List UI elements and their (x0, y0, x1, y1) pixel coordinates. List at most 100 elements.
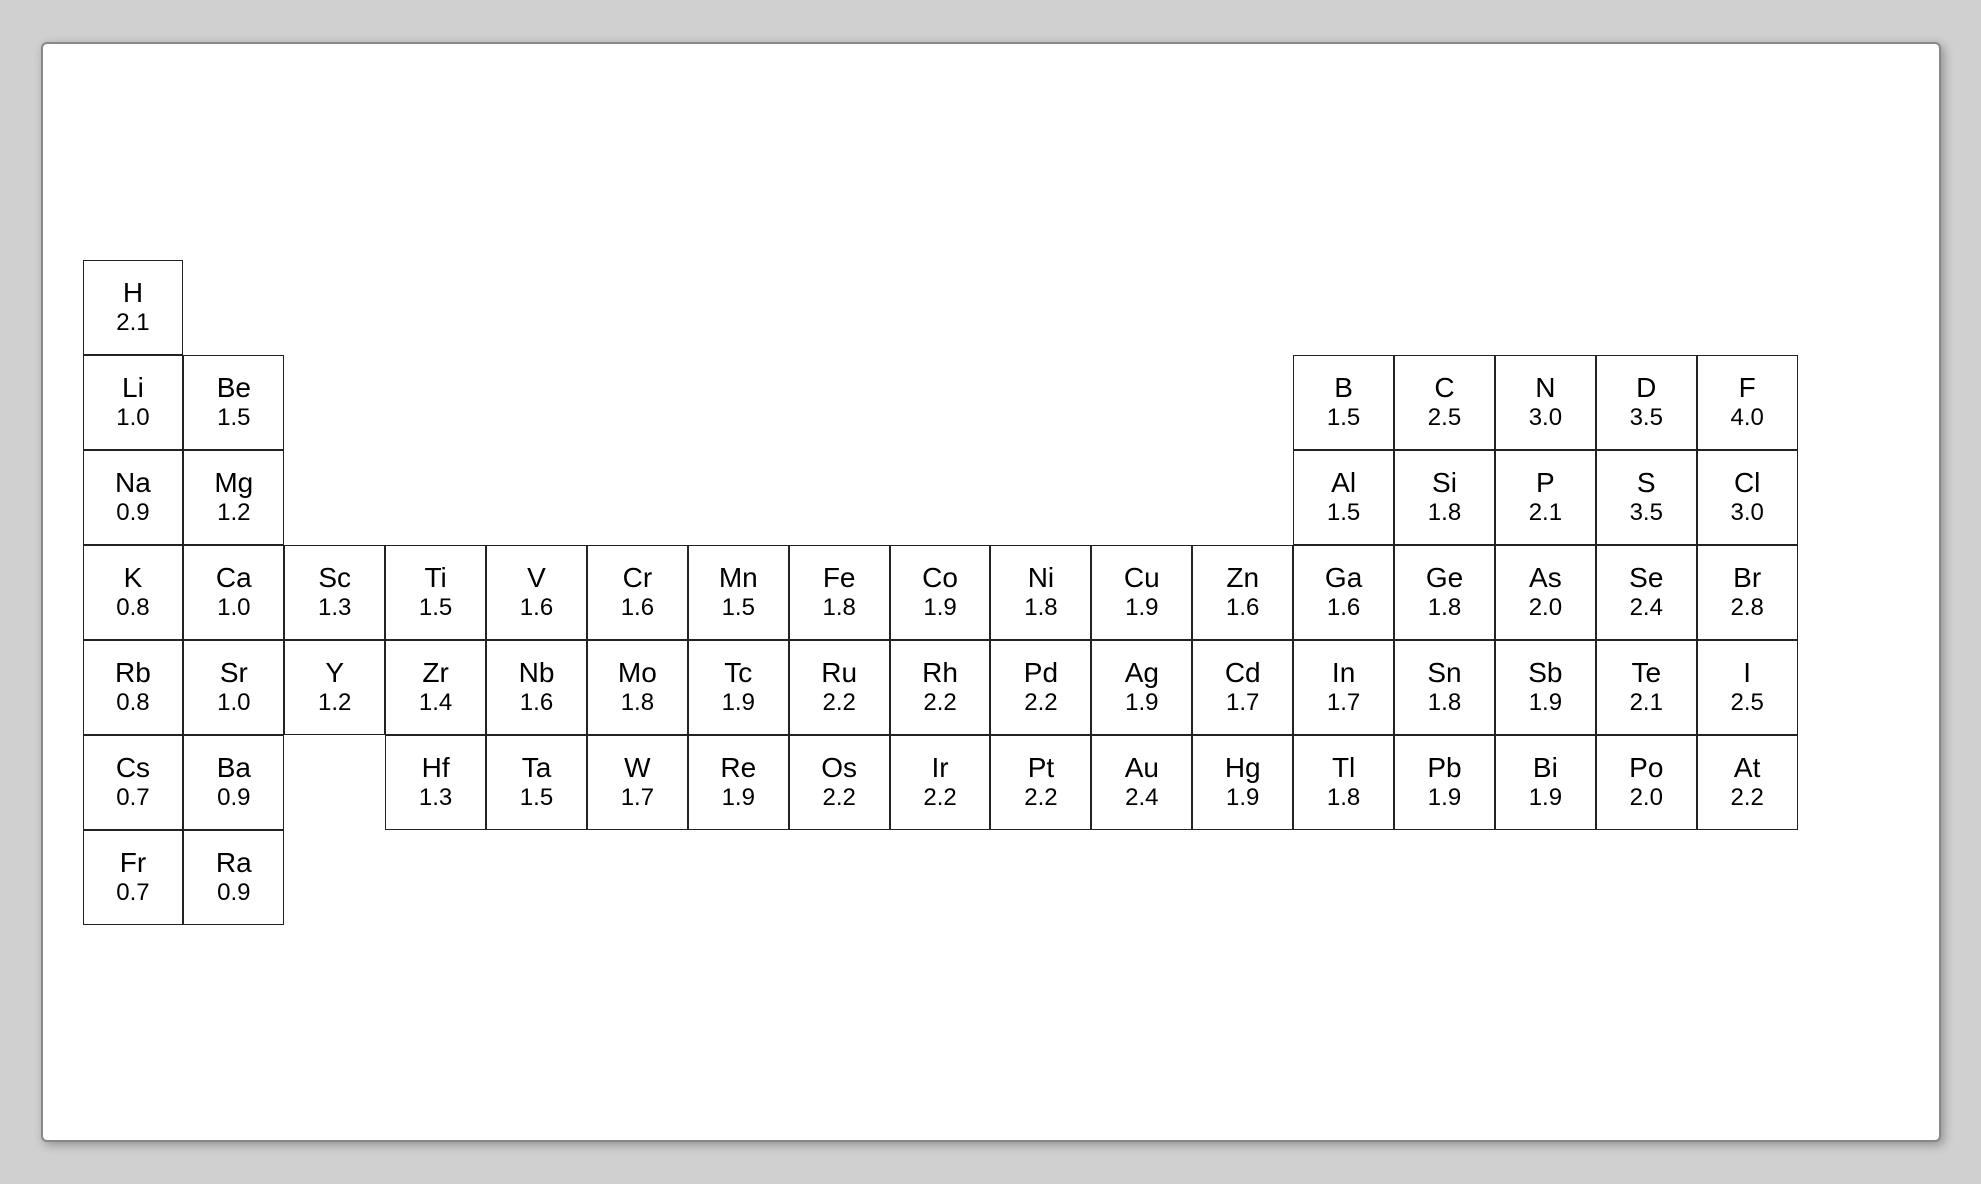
empty (1394, 830, 1495, 925)
empty (1192, 450, 1293, 545)
element-Po: Po 2.0 (1596, 735, 1697, 830)
element-Ni: Ni 1.8 (990, 545, 1091, 640)
empty (385, 260, 486, 355)
empty (284, 260, 385, 355)
element-N: N 3.0 (1495, 355, 1596, 450)
empty (1798, 545, 1899, 640)
empty (385, 830, 486, 925)
element-Ag: Ag 1.9 (1091, 640, 1192, 735)
element-Sc: Sc 1.3 (284, 545, 385, 640)
element-P: P 2.1 (1495, 450, 1596, 545)
element-Cd: Cd 1.7 (1192, 640, 1293, 735)
element-Pd: Pd 2.2 (990, 640, 1091, 735)
element-Co: Co 1.9 (890, 545, 991, 640)
empty (1596, 830, 1697, 925)
element-Au: Au 2.4 (1091, 735, 1192, 830)
periodic-table: H 2.1 Li 1.0 Be 1.5 (83, 260, 1899, 925)
element-Sb: Sb 1.9 (1495, 640, 1596, 735)
empty (789, 355, 890, 450)
empty (1192, 260, 1293, 355)
empty (789, 450, 890, 545)
empty (990, 355, 1091, 450)
element-Li: Li 1.0 (83, 355, 184, 450)
empty (587, 260, 688, 355)
element-S: S 3.5 (1596, 450, 1697, 545)
empty (587, 450, 688, 545)
element-Ba: Ba 0.9 (183, 735, 284, 830)
element-Re: Re 1.9 (688, 735, 789, 830)
element-O: D 3.5 (1596, 355, 1697, 450)
element-Te: Te 2.1 (1596, 640, 1697, 735)
element-Be: Be 1.5 (183, 355, 284, 450)
empty (1697, 830, 1798, 925)
empty (284, 355, 385, 450)
empty (1192, 830, 1293, 925)
empty (1798, 735, 1899, 830)
element-Tc: Tc 1.9 (688, 640, 789, 735)
element-Pt: Pt 2.2 (990, 735, 1091, 830)
element-Sr: Sr 1.0 (183, 640, 284, 735)
element-Pb: Pb 1.9 (1394, 735, 1495, 830)
empty (1495, 830, 1596, 925)
empty (1697, 260, 1798, 355)
empty (688, 450, 789, 545)
empty (587, 830, 688, 925)
element-I: I 2.5 (1697, 640, 1798, 735)
empty (990, 450, 1091, 545)
empty (1293, 830, 1394, 925)
element-Ge: Ge 1.8 (1394, 545, 1495, 640)
element-B: B 1.5 (1293, 355, 1394, 450)
element-Mo: Mo 1.8 (587, 640, 688, 735)
empty (890, 355, 991, 450)
empty (1798, 260, 1899, 355)
empty (1293, 260, 1394, 355)
element-Si: Si 1.8 (1394, 450, 1495, 545)
empty (990, 830, 1091, 925)
element-Fe: Fe 1.8 (789, 545, 890, 640)
element-Rh: Rh 2.2 (890, 640, 991, 735)
element-Cr: Cr 1.6 (587, 545, 688, 640)
empty (1091, 450, 1192, 545)
element-K: K 0.8 (83, 545, 184, 640)
element-Sn: Sn 1.8 (1394, 640, 1495, 735)
empty (284, 830, 385, 925)
element-Cs: Cs 0.7 (83, 735, 184, 830)
empty (990, 260, 1091, 355)
element-V: V 1.6 (486, 545, 587, 640)
empty (385, 355, 486, 450)
empty (486, 450, 587, 545)
element-Hf: Hf 1.3 (385, 735, 486, 830)
empty (385, 450, 486, 545)
empty (789, 260, 890, 355)
page-container: H 2.1 Li 1.0 Be 1.5 (41, 42, 1941, 1142)
element-Ga: Ga 1.6 (1293, 545, 1394, 640)
empty (486, 830, 587, 925)
element-H: H 2.1 (83, 260, 184, 355)
empty (1192, 355, 1293, 450)
element-At: At 2.2 (1697, 735, 1798, 830)
empty (284, 735, 385, 830)
element-Ca: Ca 1.0 (183, 545, 284, 640)
element-Zn: Zn 1.6 (1192, 545, 1293, 640)
empty (688, 830, 789, 925)
empty (1495, 260, 1596, 355)
element-Nb: Nb 1.6 (486, 640, 587, 735)
empty (1798, 640, 1899, 735)
empty (183, 260, 284, 355)
element-Se: Se 2.4 (1596, 545, 1697, 640)
empty (890, 830, 991, 925)
empty (1091, 355, 1192, 450)
element-Bi: Bi 1.9 (1495, 735, 1596, 830)
empty (1091, 260, 1192, 355)
element-F: F 4.0 (1697, 355, 1798, 450)
empty (789, 830, 890, 925)
element-Rb: Rb 0.8 (83, 640, 184, 735)
empty (890, 450, 991, 545)
element-Os: Os 2.2 (789, 735, 890, 830)
empty (486, 355, 587, 450)
element-Mg: Mg 1.2 (183, 450, 284, 545)
element-In: In 1.7 (1293, 640, 1394, 735)
element-C: C 2.5 (1394, 355, 1495, 450)
empty (1798, 830, 1899, 925)
element-Ru: Ru 2.2 (789, 640, 890, 735)
